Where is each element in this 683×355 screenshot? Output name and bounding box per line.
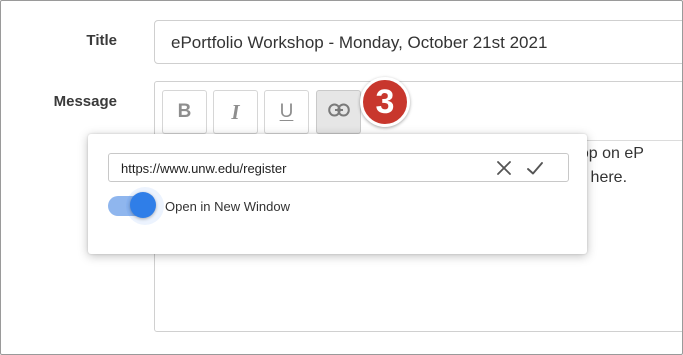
close-icon[interactable] — [493, 157, 515, 179]
check-icon[interactable] — [524, 157, 546, 179]
title-input[interactable]: ePortfolio Workshop - Monday, October 21… — [154, 20, 682, 64]
toggle-knob[interactable] — [130, 192, 156, 218]
new-window-toggle[interactable] — [108, 187, 164, 225]
bold-button[interactable]: B — [162, 90, 207, 134]
title-label: Title — [86, 32, 117, 49]
underline-button[interactable]: U — [264, 90, 309, 134]
message-label: Message — [53, 93, 117, 110]
link-popup: https://www.unw.edu/register Open in New… — [88, 134, 587, 254]
dialog-frame: Title ePortfolio Workshop - Monday, Octo… — [0, 0, 683, 355]
link-button[interactable] — [316, 90, 361, 134]
link-icon — [327, 101, 350, 123]
new-window-label: Open in New Window — [165, 199, 290, 214]
italic-button[interactable]: I — [213, 90, 258, 134]
step-badge: 3 — [360, 77, 410, 127]
